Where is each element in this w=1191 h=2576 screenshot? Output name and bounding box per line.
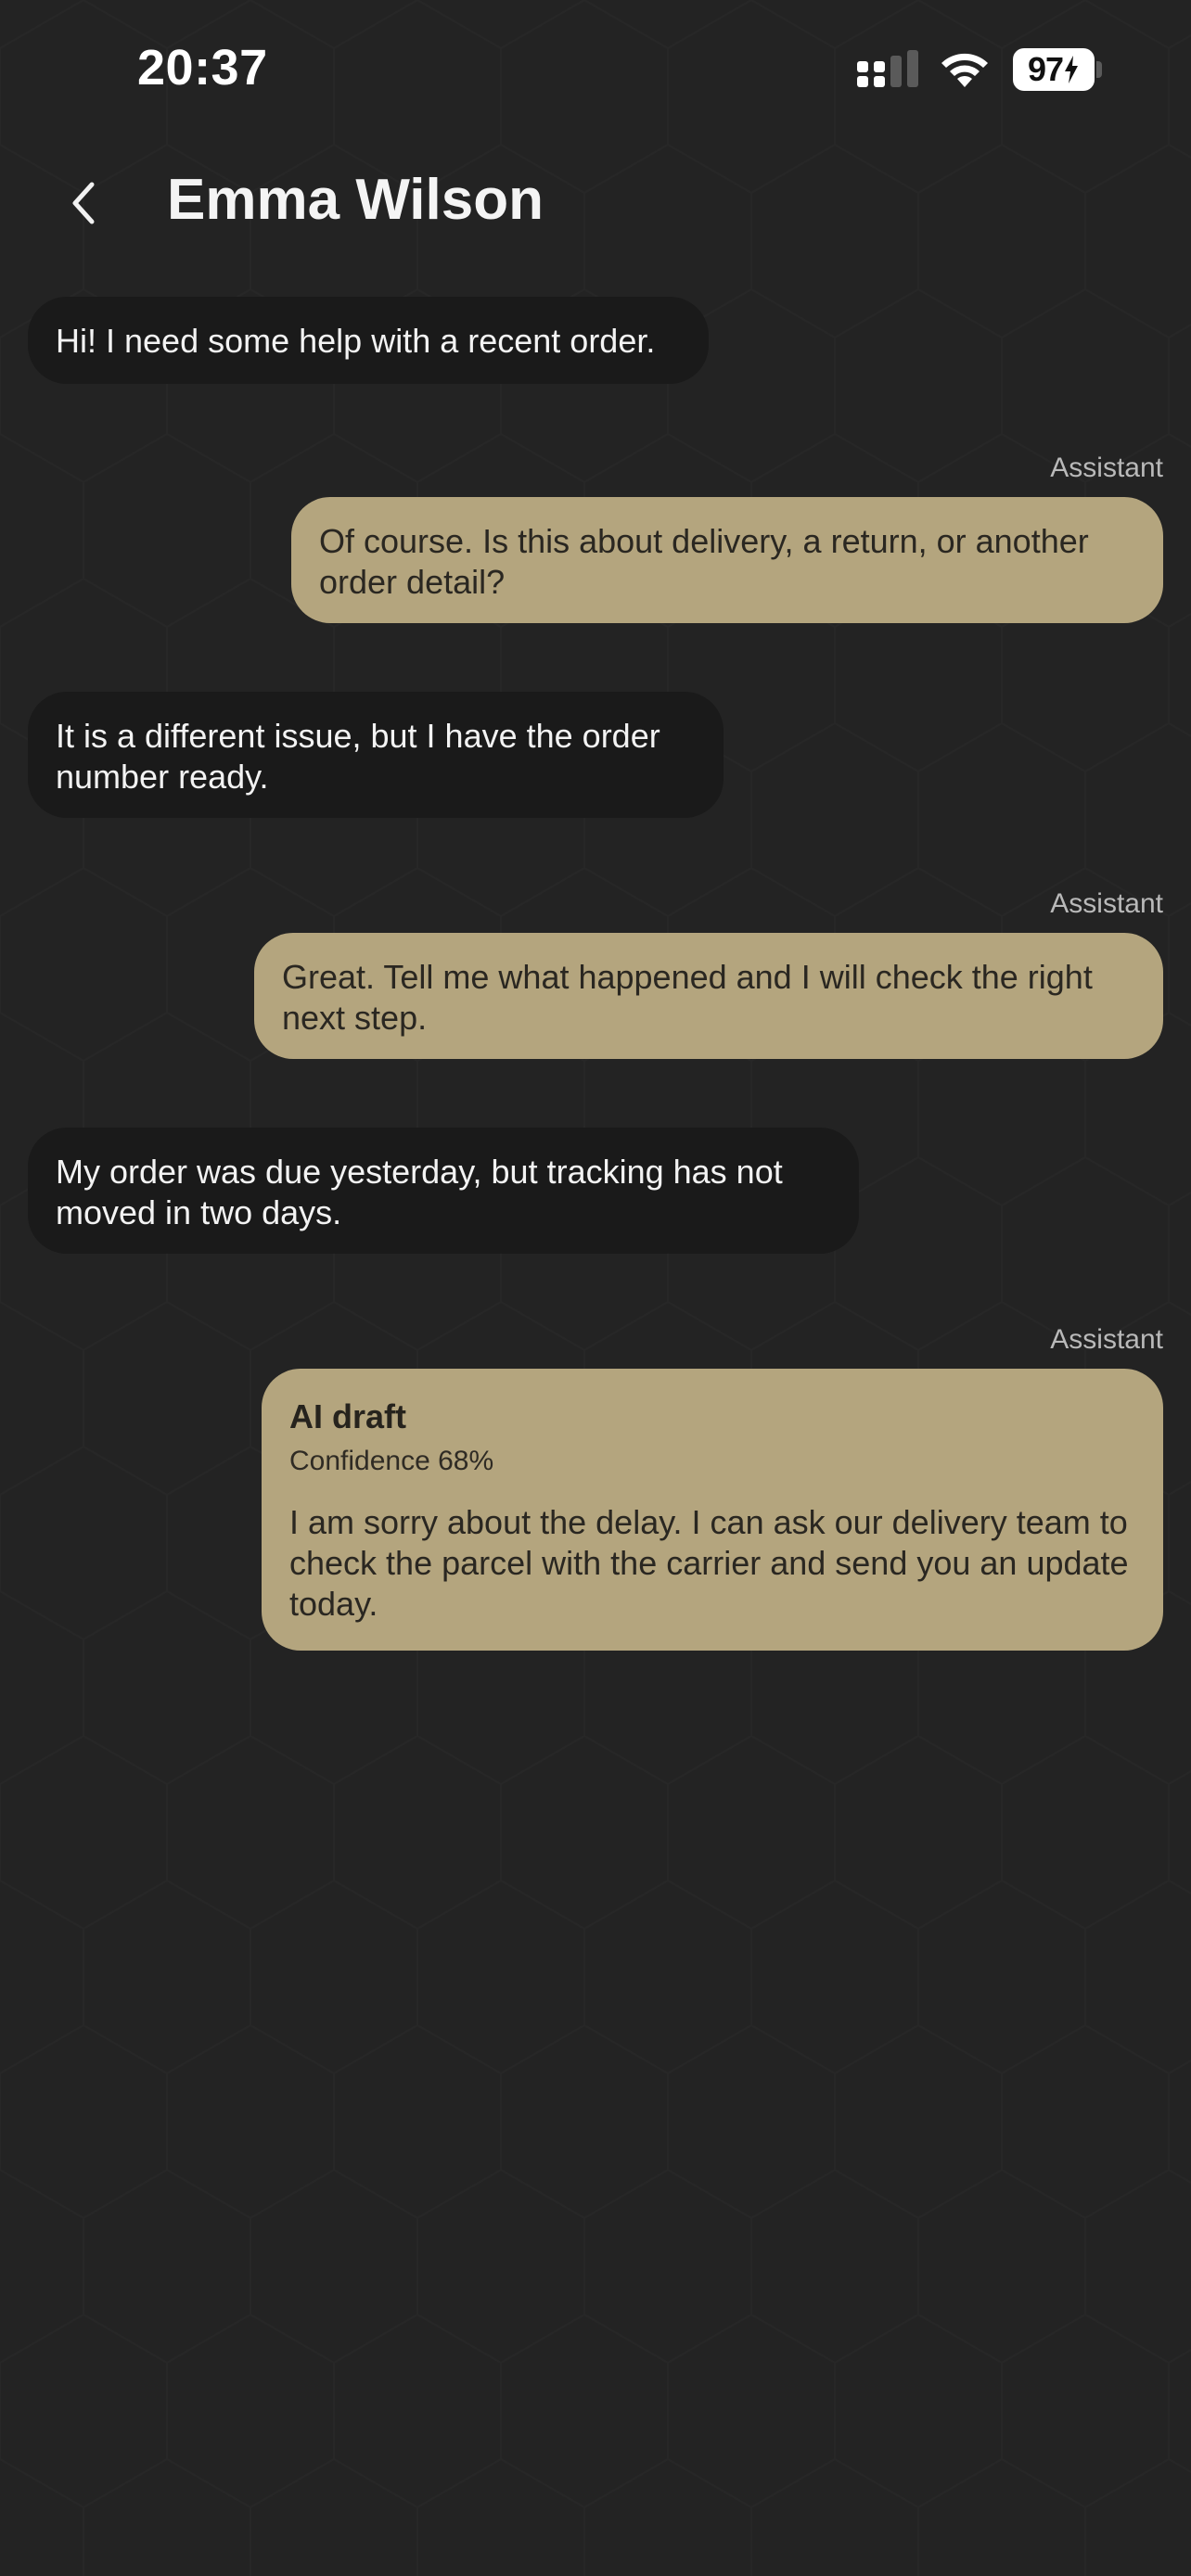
chevron-left-icon bbox=[72, 182, 95, 224]
ai-draft-bubble[interactable]: AI draft Confidence 68% I am sorry about… bbox=[262, 1369, 1163, 1651]
charging-bolt-icon bbox=[1065, 56, 1079, 83]
sender-label: Assistant bbox=[1050, 888, 1163, 919]
message-text: Hi! I need some help with a recent order… bbox=[56, 322, 656, 360]
draft-confidence: Confidence 68% bbox=[289, 1446, 494, 1476]
wifi-icon bbox=[941, 53, 988, 87]
message-text: My order was due yesterday, but tracking… bbox=[56, 1153, 783, 1231]
battery-cap bbox=[1096, 61, 1102, 78]
battery-level: 97 bbox=[1027, 50, 1064, 88]
sender-label: Assistant bbox=[1050, 453, 1163, 483]
draft-text: I am sorry about the delay. I can ask ou… bbox=[289, 1503, 1129, 1623]
user-message-bubble: It is a different issue, but I have the … bbox=[28, 692, 724, 818]
user-message-bubble: My order was due yesterday, but tracking… bbox=[28, 1128, 859, 1254]
chat-header: Emma Wilson bbox=[0, 148, 1191, 250]
assistant-message-bubble: Of course. Is this about delivery, a ret… bbox=[291, 497, 1163, 623]
user-message-bubble: Hi! I need some help with a recent order… bbox=[28, 297, 709, 384]
back-button[interactable] bbox=[52, 171, 117, 236]
background-hex-pattern bbox=[0, 0, 1191, 2576]
message-text: Of course. Is this about delivery, a ret… bbox=[319, 522, 1089, 601]
sender-label: Assistant bbox=[1050, 1324, 1163, 1355]
contact-name: Emma Wilson bbox=[167, 168, 544, 232]
battery-charging-icon: 97 bbox=[1013, 48, 1095, 91]
status-time: 20:37 bbox=[137, 40, 268, 96]
draft-title: AI draft bbox=[289, 1397, 406, 1435]
assistant-message-bubble: Great. Tell me what happened and I will … bbox=[254, 933, 1163, 1059]
status-bar: 20:37 97 bbox=[0, 0, 1191, 139]
message-text: Great. Tell me what happened and I will … bbox=[282, 958, 1093, 1037]
message-text: It is a different issue, but I have the … bbox=[56, 717, 660, 796]
signal-icon bbox=[857, 50, 918, 87]
